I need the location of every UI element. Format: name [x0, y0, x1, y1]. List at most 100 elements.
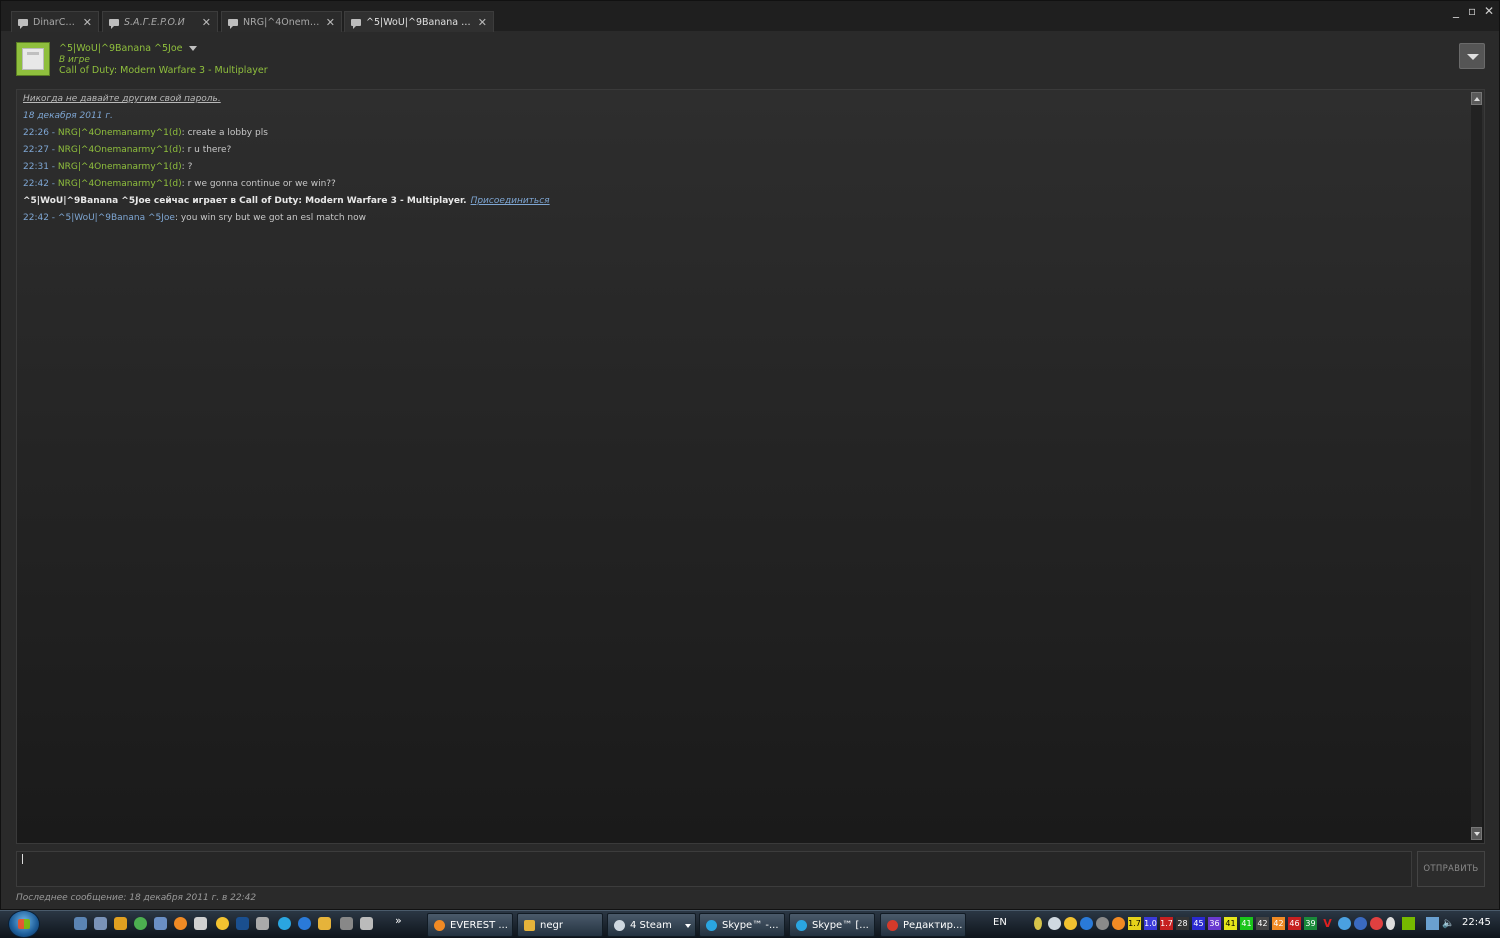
tray-icon[interactable]: [1034, 917, 1042, 930]
app-icon[interactable]: [360, 917, 373, 930]
task-skype-2[interactable]: Skype™ [...: [789, 913, 875, 937]
tray-icon[interactable]: [1064, 917, 1077, 930]
task-negr[interactable]: negr: [517, 913, 603, 937]
message-text: ?: [187, 162, 193, 172]
tray-icon[interactable]: [1080, 917, 1093, 930]
skype-icon[interactable]: [278, 917, 291, 930]
language-indicator[interactable]: EN: [993, 917, 1007, 928]
chat-message: 22:42 - NRG|^4Onemanarmy^1(d): r we gonn…: [23, 179, 336, 189]
chat-date: 18 декабря 2011 г.: [23, 111, 113, 121]
minimize-button[interactable]: _: [1453, 4, 1459, 18]
close-tab-icon[interactable]: ✕: [202, 16, 211, 29]
utorrent-icon[interactable]: [134, 917, 147, 930]
steam-chat-window: DinarCHEg ✕ S.A.Г.E.P.O.Й ✕ NRG|^4Oneman…: [0, 0, 1500, 910]
start-button[interactable]: [8, 910, 40, 938]
notepad-icon: [524, 919, 535, 931]
message-text: create a lobby pls: [187, 128, 268, 138]
show-desktop-icon[interactable]: [74, 917, 87, 930]
tab-label: NRG|^4Oneman...: [243, 16, 320, 28]
tab-bar: DinarCHEg ✕ S.A.Г.E.P.O.Й ✕ NRG|^4Oneman…: [1, 1, 1499, 32]
sensor-readout: 41: [1240, 917, 1253, 930]
media-player-icon[interactable]: [114, 917, 127, 930]
message-input[interactable]: [16, 851, 1412, 887]
message-sender: NRG|^4Onemanarmy^1(d): [57, 179, 182, 189]
volume-tray-icon[interactable]: 🔈: [1442, 917, 1455, 930]
chat-message: 22:27 - NRG|^4Onemanarmy^1(d): r u there…: [23, 145, 232, 155]
opera-icon: [887, 919, 898, 931]
chat-message: 22:42 - ^5|WoU|^9Banana ^5Joe: you win s…: [23, 213, 366, 223]
app-icon[interactable]: [194, 917, 207, 930]
everest-icon[interactable]: [174, 917, 187, 930]
message-sender: ^5|WoU|^9Banana ^5Joe: [57, 213, 175, 223]
message-time: 22:42: [23, 179, 49, 189]
task-skype-1[interactable]: Skype™ -...: [699, 913, 785, 937]
chat-history: Никогда не давайте другим свой пароль. 1…: [16, 89, 1485, 844]
task-label: Skype™ [...: [812, 919, 869, 931]
sensor-readout: 45: [1192, 917, 1205, 930]
message-text: you win sry but we got an esl match now: [180, 213, 366, 223]
close-tab-icon[interactable]: ✕: [478, 16, 487, 29]
scroll-down-button[interactable]: [1471, 827, 1482, 840]
folder-icon[interactable]: [318, 917, 331, 930]
tab-label: DinarCHEg: [33, 16, 77, 28]
close-window-button[interactable]: ✕: [1484, 4, 1494, 18]
internet-explorer-icon[interactable]: [298, 917, 311, 930]
task-label: Редактир...: [903, 919, 963, 931]
friend-status: В игре: [59, 55, 90, 65]
tab-sagerou[interactable]: S.A.Г.E.P.O.Й ✕: [102, 11, 218, 32]
app-icon[interactable]: [216, 917, 229, 930]
tray-icon[interactable]: [1096, 917, 1109, 930]
send-button[interactable]: ОТПРАВИТЬ: [1417, 851, 1485, 887]
message-sender: NRG|^4Onemanarmy^1(d): [57, 128, 182, 138]
chat-options-button[interactable]: [1459, 43, 1485, 69]
chat-scrollbar[interactable]: [1471, 92, 1482, 840]
tray-icon[interactable]: [1338, 917, 1351, 930]
everest-tray-icon[interactable]: [1112, 917, 1125, 930]
avatar[interactable]: [16, 42, 50, 76]
task-label: EVEREST ...: [450, 919, 508, 931]
sensor-readout: 42: [1256, 917, 1269, 930]
app-icon[interactable]: [256, 917, 269, 930]
system-clock[interactable]: 22:45: [1462, 917, 1491, 928]
app-icon[interactable]: [340, 917, 353, 930]
tab-dinarcheg[interactable]: DinarCHEg ✕: [11, 11, 99, 32]
close-tab-icon[interactable]: ✕: [83, 16, 92, 29]
task-editor[interactable]: Редактир...: [880, 913, 966, 937]
join-game-link[interactable]: Присоединиться: [471, 196, 550, 206]
skype-icon: [796, 919, 807, 931]
tray-icon[interactable]: [1370, 917, 1383, 930]
text-caret: [22, 854, 23, 864]
message-time: 22:27: [23, 145, 49, 155]
sensor-readout: 42: [1272, 917, 1285, 930]
tab-nrg[interactable]: NRG|^4Oneman... ✕: [221, 11, 342, 32]
sensor-readout: 46: [1288, 917, 1301, 930]
last-message-info: Последнее сообщение: 18 декабря 2011 г. …: [16, 893, 257, 903]
network-tray-icon[interactable]: [1426, 917, 1439, 930]
friend-game: Call of Duty: Modern Warfare 3 - Multipl…: [59, 65, 268, 76]
chevron-down-icon[interactable]: [188, 46, 197, 51]
friend-name[interactable]: ^5|WoU|^9Banana ^5Joe: [59, 43, 197, 54]
app-icon[interactable]: [154, 917, 167, 930]
close-tab-icon[interactable]: ✕: [326, 16, 335, 29]
sensor-readout: 1.7: [1160, 917, 1173, 930]
everest-icon: [434, 919, 445, 931]
antivirus-tray-icon[interactable]: V: [1321, 917, 1334, 930]
quick-launch-chevron[interactable]: »: [395, 914, 402, 927]
chat-bubble-icon: [351, 18, 361, 29]
tray-icon[interactable]: [1386, 917, 1395, 930]
scroll-up-button[interactable]: [1471, 92, 1482, 105]
restore-button[interactable]: ▫: [1468, 4, 1476, 18]
message-sender: NRG|^4Onemanarmy^1(d): [57, 145, 182, 155]
task-everest[interactable]: EVEREST ...: [427, 913, 513, 937]
task-steam[interactable]: 4 Steam: [607, 913, 696, 937]
photoshop-icon[interactable]: [236, 917, 249, 930]
nvidia-tray-icon[interactable]: [1402, 917, 1415, 930]
switch-windows-icon[interactable]: [94, 917, 107, 930]
chat-message: 22:26 - NRG|^4Onemanarmy^1(d): create a …: [23, 128, 268, 138]
steam-icon: [614, 919, 625, 931]
tab-banana-joe[interactable]: ^5|WoU|^9Banana ^5Joe ✕: [344, 11, 494, 32]
tray-icon[interactable]: [1354, 917, 1367, 930]
steam-tray-icon[interactable]: [1048, 917, 1061, 930]
game-status-text: ^5|WoU|^9Banana ^5Joe сейчас играет в Ca…: [23, 196, 467, 206]
friend-header: ^5|WoU|^9Banana ^5Joe В игре Call of Dut…: [9, 37, 1491, 85]
